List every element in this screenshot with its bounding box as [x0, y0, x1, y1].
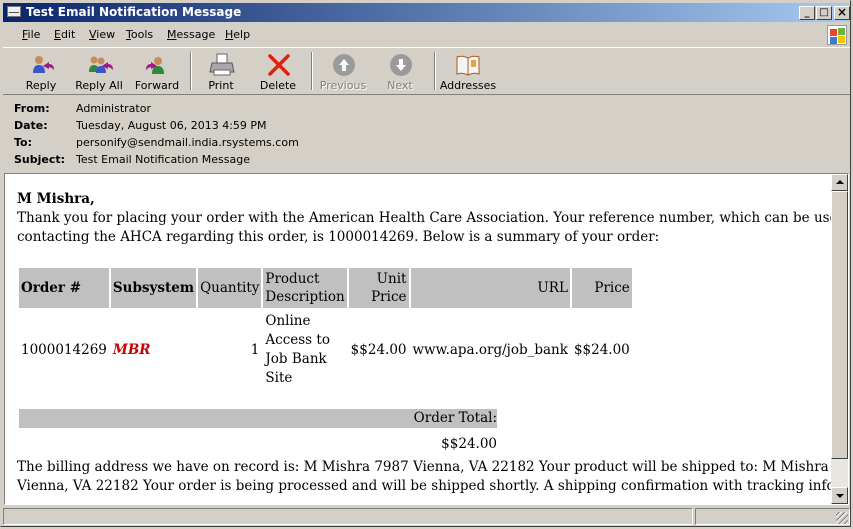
cell-quantity: 1	[250, 342, 260, 358]
reply-all-button[interactable]: Reply All	[71, 50, 127, 92]
date-label: Date:	[14, 119, 48, 132]
print-button[interactable]: Print	[193, 50, 249, 92]
cell-unit-price: $$24.00	[350, 342, 407, 358]
windows-logo-icon	[827, 25, 847, 45]
menu-edit[interactable]: Edit	[54, 28, 75, 41]
subject-value: Test Email Notification Message	[76, 153, 250, 166]
col-unit-price: Unit Price	[348, 268, 409, 308]
previous-button[interactable]: Previous	[315, 50, 371, 92]
status-bar	[3, 507, 850, 526]
status-pane-main	[3, 508, 693, 525]
address-book-icon	[456, 55, 480, 76]
toolbar-separator	[311, 52, 313, 90]
addresses-button[interactable]: Addresses	[437, 50, 499, 92]
cell-order: 1000014269	[21, 342, 107, 358]
order-total-value: $$24.00	[441, 436, 497, 452]
message-body: M Mishra, Thank you for placing your ord…	[5, 174, 831, 504]
printer-icon	[209, 53, 235, 76]
delete-button[interactable]: Delete	[250, 50, 306, 92]
envelope-icon	[7, 6, 21, 17]
table-header-row: Order # Subsystem Quantity Product Descri…	[19, 268, 632, 308]
maximize-button[interactable]: □	[816, 6, 832, 20]
billing-line-2: Vienna, VA 22182 Your order is being pro…	[17, 478, 831, 494]
down-arrow-icon	[390, 54, 412, 76]
scrollbar-thumb[interactable]	[831, 191, 848, 459]
cell-url: www.apa.org/job_bank	[412, 342, 568, 358]
forward-button[interactable]: Forward	[129, 50, 185, 92]
billing-line-1: The billing address we have on record is…	[17, 459, 831, 475]
cell-description: Online Access to Job Bank Site	[265, 313, 330, 386]
intro-line-2: contacting the AHCA regarding this order…	[17, 229, 660, 245]
toolbar-separator	[434, 52, 436, 90]
message-body-frame: M Mishra, Thank you for placing your ord…	[4, 173, 849, 505]
col-quantity: Quantity	[198, 268, 262, 308]
resize-grip-icon[interactable]	[836, 512, 848, 524]
scroll-up-arrow-icon[interactable]	[831, 174, 848, 191]
reply-icon	[33, 56, 54, 73]
col-description: Product Description	[263, 268, 347, 308]
vertical-scrollbar[interactable]	[831, 174, 848, 504]
date-value: Tuesday, August 06, 2013 4:59 PM	[76, 119, 267, 132]
reply-all-icon	[89, 56, 113, 73]
delete-x-icon	[268, 54, 290, 76]
close-button[interactable]: ×	[834, 6, 850, 20]
from-value: Administrator	[76, 102, 151, 115]
col-url: URL	[410, 268, 570, 308]
col-order: Order #	[19, 268, 109, 308]
menu-view[interactable]: View	[89, 28, 115, 41]
menu-tools[interactable]: Tools	[126, 28, 153, 41]
subject-label: Subject:	[14, 153, 66, 166]
message-header: From: Administrator Date: Tuesday, Augus…	[3, 97, 850, 169]
order-total-label: Order Total:	[19, 409, 497, 428]
menu-bar: File Edit View Tools Message Help	[3, 24, 850, 46]
minimize-button[interactable]: _	[799, 6, 815, 20]
toolbar: Reply Reply All Forward Print Delete Pre…	[3, 47, 850, 95]
next-button[interactable]: Next	[372, 50, 428, 92]
reply-button[interactable]: Reply	[13, 50, 69, 92]
from-label: From:	[14, 102, 50, 115]
title-bar[interactable]: Test Email Notification Message _ □ ×	[3, 3, 850, 22]
cell-subsystem: MBR	[112, 342, 151, 358]
to-value: personify@sendmail.india.rsystems.com	[76, 136, 299, 149]
status-pane-secondary	[695, 508, 850, 525]
col-subsystem: Subsystem	[110, 268, 197, 308]
menu-file[interactable]: File	[22, 28, 40, 41]
order-summary-table: Order # Subsystem Quantity Product Descri…	[17, 266, 634, 392]
scroll-down-arrow-icon[interactable]	[831, 487, 848, 504]
forward-icon	[146, 57, 164, 74]
menu-help[interactable]: Help	[225, 28, 250, 41]
toolbar-separator	[190, 52, 192, 90]
greeting: M Mishra,	[17, 191, 95, 207]
cell-price: $$24.00	[573, 342, 630, 358]
menu-message[interactable]: Message	[167, 28, 215, 41]
intro-line-1: Thank you for placing your order with th…	[17, 210, 831, 226]
up-arrow-icon	[333, 54, 355, 76]
to-label: To:	[14, 136, 32, 149]
email-window: Test Email Notification Message _ □ × Fi…	[0, 0, 851, 527]
table-row: 1000014269 MBR 1 Online Access to Job Bank…	[19, 310, 632, 390]
window-title: Test Email Notification Message	[26, 5, 242, 19]
col-price: Price	[571, 268, 632, 308]
